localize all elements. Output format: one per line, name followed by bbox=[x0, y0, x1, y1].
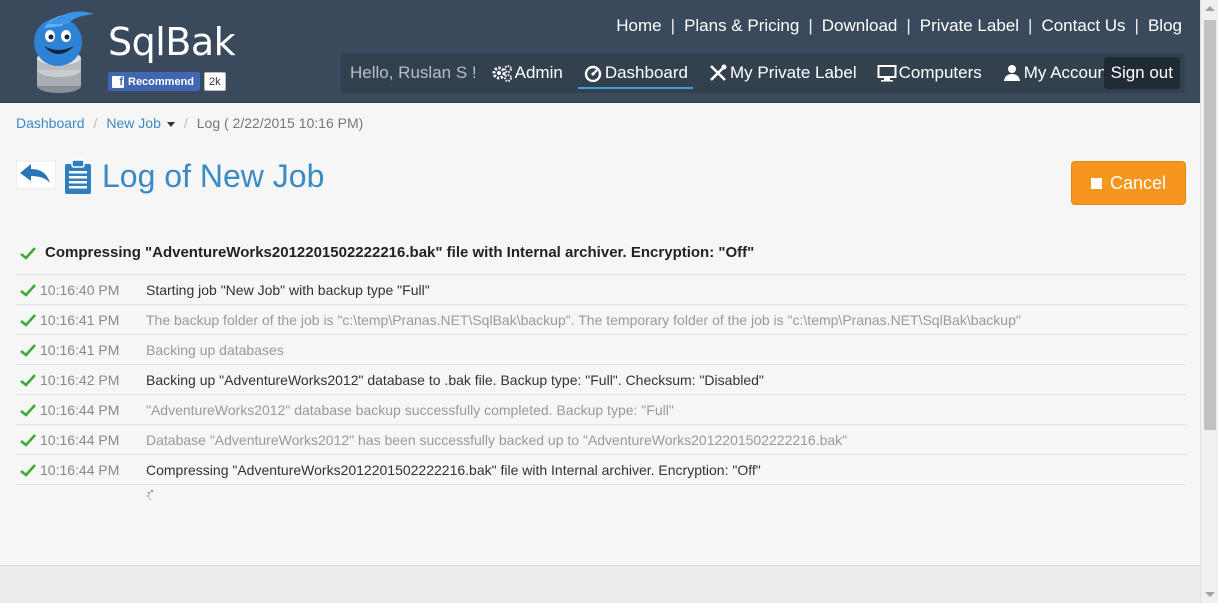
nav-separator: | bbox=[906, 16, 911, 35]
log-row: 10:16:44 PM Database "AdventureWorks2012… bbox=[16, 425, 1186, 455]
log-time: 10:16:40 PM bbox=[40, 281, 120, 298]
check-icon bbox=[20, 403, 36, 417]
nav-home[interactable]: Home bbox=[607, 16, 670, 36]
nav-computers[interactable]: Computers bbox=[877, 53, 982, 93]
monitor-icon bbox=[877, 65, 897, 82]
log-time: 10:16:42 PM bbox=[40, 371, 120, 388]
cancel-button-label: Cancel bbox=[1109, 172, 1167, 193]
nav-my-private-label-label: My Private Label bbox=[729, 63, 857, 82]
clipboard-icon bbox=[65, 159, 91, 194]
top-nav: Home | Plans & Pricing | Download | Priv… bbox=[607, 16, 1182, 36]
facebook-recommend[interactable]: f Recommend 2k bbox=[108, 72, 226, 91]
log-time: 10:16:44 PM bbox=[40, 461, 120, 478]
caret-down-icon bbox=[166, 121, 175, 127]
scroll-down-icon[interactable] bbox=[1205, 592, 1215, 597]
log-time: 10:16:41 PM bbox=[40, 341, 120, 358]
sqlbak-logo-icon[interactable] bbox=[18, 8, 100, 96]
breadcrumb-separator: / bbox=[183, 115, 188, 131]
site-header: SqlBak f Recommend 2k Home | Plans & Pri… bbox=[0, 0, 1200, 103]
back-arrow-icon[interactable] bbox=[16, 161, 56, 189]
nav-separator: | bbox=[670, 16, 676, 35]
nav-plans-pricing[interactable]: Plans & Pricing bbox=[675, 16, 808, 36]
loading-spinner-icon bbox=[146, 489, 154, 501]
dashboard-icon bbox=[584, 65, 602, 82]
nav-admin[interactable]: Admin bbox=[491, 53, 563, 93]
log-message: Backing up databases bbox=[146, 341, 284, 358]
nav-separator: | bbox=[1028, 16, 1033, 35]
stop-icon bbox=[1090, 177, 1102, 189]
nav-my-account-label: My Account bbox=[1023, 63, 1112, 82]
check-icon bbox=[20, 283, 36, 297]
signout-button[interactable]: Sign out bbox=[1103, 57, 1180, 89]
log-row: 10:16:44 PM "AdventureWorks2012" databas… bbox=[16, 395, 1186, 425]
tools-icon bbox=[710, 64, 727, 81]
log-message: Backing up "AdventureWorks2012" database… bbox=[146, 371, 764, 388]
facebook-recommend-label: Recommend bbox=[128, 75, 195, 88]
nav-separator: | bbox=[1134, 16, 1139, 35]
nav-computers-label: Computers bbox=[898, 63, 982, 82]
log-time: 10:16:44 PM bbox=[40, 431, 120, 448]
log-message: Compressing "AdventureWorks2012201502222… bbox=[146, 461, 761, 478]
user-icon bbox=[1003, 65, 1020, 81]
vertical-scrollbar[interactable] bbox=[1200, 0, 1218, 603]
log-time: 10:16:44 PM bbox=[40, 401, 120, 418]
log-row: 10:16:42 PM Backing up "AdventureWorks20… bbox=[16, 365, 1186, 395]
check-icon bbox=[20, 343, 36, 357]
nav-my-private-label[interactable]: My Private Label bbox=[708, 53, 857, 93]
page-title: Log of New Job bbox=[102, 158, 325, 194]
log-time: 10:16:41 PM bbox=[40, 311, 120, 328]
gears-icon bbox=[492, 65, 512, 82]
facebook-icon: f bbox=[112, 75, 124, 88]
log-row: 10:16:44 PM Compressing "AdventureWorks2… bbox=[16, 455, 1186, 485]
nav-dashboard[interactable]: Dashboard bbox=[577, 53, 694, 93]
nav-my-account[interactable]: My Account bbox=[1002, 53, 1112, 93]
brand-name[interactable]: SqlBak bbox=[108, 20, 236, 64]
log-message: Starting job "New Job" with backup type … bbox=[146, 281, 430, 298]
breadcrumb-job-label: New Job bbox=[106, 115, 161, 131]
breadcrumb-dashboard[interactable]: Dashboard bbox=[16, 115, 85, 131]
log-table: 10:16:40 PM Starting job "New Job" with … bbox=[16, 274, 1186, 485]
scrollbar-thumb[interactable] bbox=[1204, 20, 1216, 430]
check-icon bbox=[20, 373, 36, 387]
check-icon bbox=[20, 313, 36, 327]
breadcrumb: Dashboard / New Job / Log ( 2/22/2015 10… bbox=[16, 115, 363, 131]
current-status: Compressing "AdventureWorks2012201502222… bbox=[20, 244, 754, 261]
breadcrumb-separator: / bbox=[93, 115, 98, 131]
nav-private-label[interactable]: Private Label bbox=[911, 16, 1028, 36]
nav-download[interactable]: Download bbox=[813, 16, 907, 36]
log-row: 10:16:41 PM The backup folder of the job… bbox=[16, 305, 1186, 335]
log-message: "AdventureWorks2012" database backup suc… bbox=[146, 401, 674, 418]
nav-admin-label: Admin bbox=[514, 63, 563, 82]
check-icon bbox=[20, 463, 36, 477]
nav-separator: | bbox=[808, 16, 813, 35]
facebook-count: 2k bbox=[204, 72, 226, 91]
greeting: Hello, Ruslan S ! bbox=[350, 63, 477, 82]
nav-blog[interactable]: Blog bbox=[1139, 16, 1182, 36]
footer bbox=[0, 565, 1200, 603]
facebook-recommend-button[interactable]: f Recommend bbox=[108, 72, 201, 91]
breadcrumb-job[interactable]: New Job bbox=[106, 115, 175, 131]
breadcrumb-current: Log ( 2/22/2015 10:16 PM) bbox=[196, 115, 364, 131]
log-message: Database "AdventureWorks2012" has been s… bbox=[146, 431, 848, 448]
account-nav: Hello, Ruslan S ! Admin Dashboard My Pri… bbox=[341, 53, 1185, 93]
nav-dashboard-label: Dashboard bbox=[604, 63, 688, 82]
current-status-text: Compressing "AdventureWorks2012201502222… bbox=[45, 244, 755, 261]
nav-contact-us[interactable]: Contact Us bbox=[1032, 16, 1134, 36]
check-icon bbox=[20, 433, 36, 447]
scroll-up-icon[interactable] bbox=[1205, 6, 1215, 11]
check-icon bbox=[20, 246, 36, 260]
log-row: 10:16:40 PM Starting job "New Job" with … bbox=[16, 275, 1186, 305]
log-row: 10:16:41 PM Backing up databases bbox=[16, 335, 1186, 365]
log-message: The backup folder of the job is "c:\temp… bbox=[146, 311, 1021, 328]
cancel-button[interactable]: Cancel bbox=[1071, 161, 1186, 205]
